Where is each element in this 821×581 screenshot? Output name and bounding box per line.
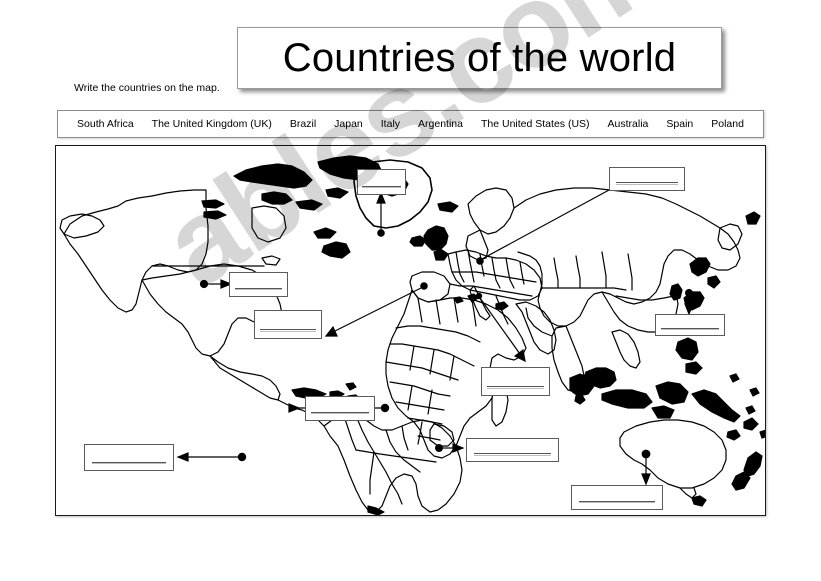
writing-line-secondary [474, 454, 551, 456]
writing-line-secondary [92, 463, 166, 464]
word-bank-item: Australia [607, 118, 649, 130]
instruction-text: Write the countries on the map. [74, 82, 220, 94]
word-bank: South Africa The United Kingdom (UK) Brazi… [57, 110, 764, 138]
writing-line-secondary [615, 183, 679, 185]
writing-line-secondary [661, 329, 719, 331]
map-dot-australia [641, 449, 651, 459]
word-bank-item: Brazil [289, 118, 317, 130]
answer-box-uk[interactable] [357, 169, 406, 195]
answer-box-united-states[interactable] [229, 272, 288, 297]
word-bank-item: The United States (US) [480, 118, 590, 130]
answer-box-spain[interactable] [254, 310, 322, 339]
answer-box-australia[interactable] [571, 485, 663, 510]
map-frame [55, 145, 766, 516]
title-banner: Countries of the world [237, 27, 722, 89]
answer-box-argentina[interactable] [84, 444, 174, 471]
map-dot-uk [377, 229, 385, 237]
writing-line-secondary [579, 502, 655, 504]
answer-box-brazil[interactable] [305, 396, 375, 421]
writing-line-secondary [487, 387, 544, 389]
arrowhead-spain [324, 325, 338, 337]
arrowhead-argentina [176, 452, 189, 462]
map-dot-italy [475, 292, 483, 300]
word-bank-item: Japan [334, 118, 363, 130]
map-dot-us [199, 279, 209, 289]
answer-box-italy[interactable] [481, 367, 550, 396]
writing-line-secondary [361, 187, 402, 189]
word-bank-item: Argentina [418, 118, 463, 130]
writing-line-secondary [260, 330, 316, 332]
writing-line-secondary [234, 289, 283, 291]
map-dot-argentina [237, 452, 247, 462]
map-dot-south-africa [435, 444, 444, 453]
answer-box-japan[interactable] [655, 314, 725, 336]
word-bank-item: The United Kingdom (UK) [151, 118, 272, 130]
arrowhead-australia [641, 473, 651, 486]
map-dot-spain [420, 282, 428, 290]
arrowhead-brazil [288, 403, 301, 413]
map-dot-japan [684, 289, 693, 298]
page-title: Countries of the world [282, 36, 677, 80]
word-bank-item: Poland [711, 118, 744, 130]
word-bank-item: Spain [666, 118, 694, 130]
writing-line-secondary [311, 413, 369, 415]
word-bank-item: South Africa [77, 118, 134, 130]
answer-box-poland[interactable] [609, 167, 685, 191]
answer-box-south-africa[interactable] [466, 438, 559, 462]
word-bank-item: Italy [380, 118, 401, 130]
